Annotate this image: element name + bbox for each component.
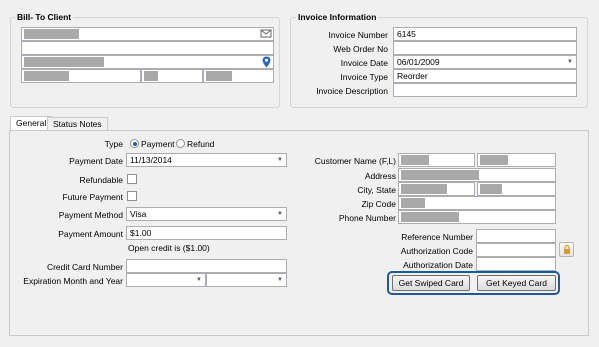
bill-to-name-field[interactable] xyxy=(21,27,274,41)
invoice-date-label: Invoice Date xyxy=(340,58,388,68)
expiration-label: Expiration Month and Year xyxy=(23,276,123,286)
bill-to-address1-field[interactable] xyxy=(21,41,274,55)
payment-date-label: Payment Date xyxy=(69,156,123,166)
payment-method-label: Payment Method xyxy=(58,210,123,220)
bill-to-state-field[interactable] xyxy=(141,69,203,83)
invoice-type-label: Invoice Type xyxy=(340,72,388,82)
redacted-customer-city xyxy=(401,184,447,194)
redacted-state xyxy=(144,71,158,81)
redacted-customer-address xyxy=(401,170,479,180)
payment-amount-label: Payment Amount xyxy=(58,229,123,239)
refund-radio-label: Refund xyxy=(187,139,215,149)
reference-number-field[interactable] xyxy=(476,229,556,243)
refundable-label: Refundable xyxy=(79,175,123,185)
payment-date-value: 11/13/2014 xyxy=(130,155,172,165)
bill-to-address2-field[interactable] xyxy=(21,55,274,69)
redacted-zip xyxy=(206,71,232,81)
expiration-month-select[interactable]: ▼ xyxy=(126,273,206,287)
bill-to-city-field[interactable] xyxy=(21,69,141,83)
address-label: Address xyxy=(364,171,396,181)
invoice-description-label: Invoice Description xyxy=(316,86,388,96)
chevron-down-icon[interactable]: ▼ xyxy=(274,208,286,220)
redacted-customer-phone xyxy=(401,212,459,222)
customer-zip-field[interactable] xyxy=(398,196,556,210)
tab-general[interactable]: General xyxy=(10,116,53,130)
invoice-title: Invoice Information xyxy=(296,12,379,22)
authorization-date-field[interactable] xyxy=(476,257,556,271)
customer-phone-field[interactable] xyxy=(398,210,556,224)
bill-to-zip-field[interactable] xyxy=(203,69,274,83)
customer-name-label: Customer Name (F,L) xyxy=(314,156,396,166)
payment-date-field[interactable]: 11/13/2014 ▼ xyxy=(126,153,287,167)
refundable-checkbox[interactable] xyxy=(127,174,137,184)
customer-city-field[interactable] xyxy=(398,182,475,196)
customer-address-field[interactable] xyxy=(398,168,556,182)
payment-radio[interactable] xyxy=(130,139,139,148)
customer-first-name-field[interactable] xyxy=(398,153,475,167)
authorization-date-label: Authorization Date xyxy=(403,260,473,270)
future-payment-checkbox[interactable] xyxy=(127,191,137,201)
map-pin-icon[interactable] xyxy=(262,56,271,70)
redacted-first-name xyxy=(401,155,429,165)
authorization-code-field[interactable] xyxy=(476,243,556,257)
redacted-name xyxy=(24,29,79,39)
invoice-type-field[interactable]: Reorder xyxy=(393,69,577,83)
expiration-year-select[interactable]: ▼ xyxy=(206,273,287,287)
payment-amount-field[interactable]: $1.00 xyxy=(126,226,287,240)
get-keyed-card-button[interactable]: Get Keyed Card xyxy=(477,275,556,291)
invoice-number-label: Invoice Number xyxy=(328,30,388,40)
invoice-date-field[interactable]: 06/01/2009 ▼ xyxy=(393,55,577,69)
zip-code-label: Zip Code xyxy=(361,199,397,209)
bill-to-title: Bill- To Client xyxy=(15,12,74,22)
payment-method-select[interactable]: Visa ▼ xyxy=(126,207,287,221)
redacted-last-name xyxy=(480,155,508,165)
payment-method-value: Visa xyxy=(130,209,147,219)
tab-status-notes[interactable]: Status Notes xyxy=(47,117,108,130)
redacted-city xyxy=(24,71,69,81)
reference-number-label: Reference Number xyxy=(401,232,473,242)
redacted-address xyxy=(24,57,104,67)
refund-radio[interactable] xyxy=(176,139,185,148)
payment-radio-label: Payment xyxy=(141,139,175,149)
web-order-label: Web Order No xyxy=(333,44,388,54)
redacted-customer-state xyxy=(480,184,502,194)
get-swiped-card-button[interactable]: Get Swiped Card xyxy=(392,275,470,291)
credit-card-field[interactable] xyxy=(126,259,287,273)
customer-last-name-field[interactable] xyxy=(477,153,556,167)
credit-card-label: Credit Card Number xyxy=(46,262,123,272)
authorization-code-label: Authorization Code xyxy=(400,246,473,256)
chevron-down-icon[interactable]: ▼ xyxy=(193,274,205,286)
invoice-date-value: 06/01/2009 xyxy=(397,57,440,67)
invoice-description-field[interactable] xyxy=(393,83,577,97)
future-payment-label: Future Payment xyxy=(62,192,123,202)
customer-state-field[interactable] xyxy=(477,182,556,196)
redacted-customer-zip xyxy=(401,198,425,208)
web-order-field[interactable] xyxy=(393,41,577,55)
open-credit-text: Open credit is ($1.00) xyxy=(128,243,210,253)
chevron-down-icon[interactable]: ▼ xyxy=(564,56,576,68)
mail-icon[interactable] xyxy=(260,28,272,41)
type-label: Type xyxy=(104,139,123,149)
phone-number-label: Phone Number xyxy=(338,213,396,223)
chevron-down-icon[interactable]: ▼ xyxy=(274,154,286,166)
chevron-down-icon[interactable]: ▼ xyxy=(274,274,286,286)
lock-icon[interactable] xyxy=(559,242,574,257)
city-state-label: City, State xyxy=(357,185,396,195)
invoice-number-field[interactable]: 6145 xyxy=(393,27,577,41)
